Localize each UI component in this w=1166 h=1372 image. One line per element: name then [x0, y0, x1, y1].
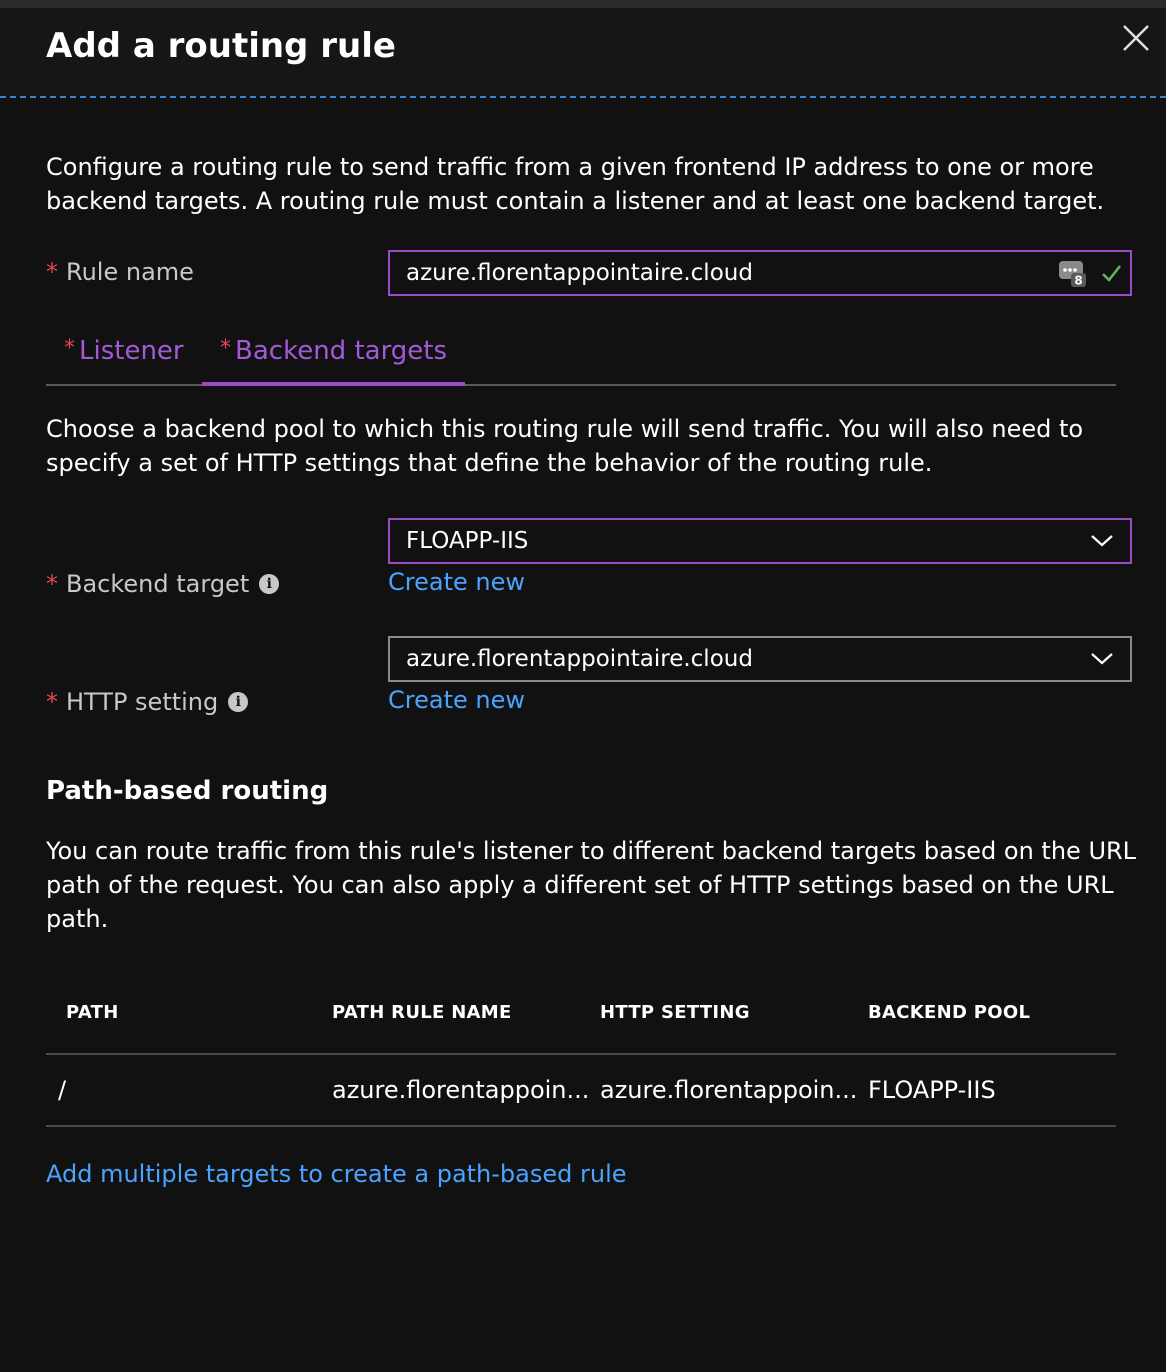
tab-listener[interactable]: * Listener: [64, 336, 184, 382]
top-strip: [0, 0, 1166, 8]
cell-path-rule-name: azure.florentappoin...: [332, 1076, 590, 1104]
column-header-path: PATH: [66, 1002, 119, 1023]
required-marker: *: [64, 336, 75, 361]
rule-tabs: * Listener * Backend targets: [46, 330, 1116, 386]
intro-line: Configure a routing rule to send traffic…: [46, 153, 1094, 181]
create-new-http-setting-link[interactable]: Create new: [388, 686, 525, 714]
tab-label: Listener: [79, 336, 184, 366]
description-line: path.: [46, 905, 109, 933]
backend-target-label-text: Backend target: [66, 570, 250, 598]
page-title: Add a routing rule: [46, 26, 396, 66]
table-row-divider: [46, 1125, 1116, 1127]
required-marker: *: [46, 258, 58, 286]
required-marker: *: [46, 570, 58, 598]
backend-target-select[interactable]: FLOAPP-IIS: [388, 518, 1132, 564]
column-header-path-rule-name: PATH RULE NAME: [332, 1002, 512, 1023]
http-setting-select[interactable]: azure.florentappointaire.cloud: [388, 636, 1132, 682]
info-icon[interactable]: i: [259, 574, 280, 594]
description-line: path of the request. You can also apply …: [46, 871, 1114, 899]
create-new-backend-link[interactable]: Create new: [388, 568, 525, 596]
path-routing-description: You can route traffic from this rule's l…: [46, 834, 1136, 936]
close-icon[interactable]: [1118, 20, 1154, 56]
blade-header: Add a routing rule: [0, 8, 1166, 96]
rule-name-value: azure.florentappointaire.cloud: [406, 260, 753, 286]
http-setting-label-text: HTTP setting: [66, 688, 219, 716]
valid-check-icon: [1102, 265, 1121, 282]
description-line: specify a set of HTTP settings that defi…: [46, 449, 933, 477]
badge-count: 8: [1074, 274, 1082, 288]
http-setting-label: * HTTP setting i: [46, 688, 249, 716]
table-header-divider: [46, 1053, 1116, 1055]
tab-label: Backend targets: [235, 336, 448, 366]
description-line: Choose a backend pool to which this rout…: [46, 415, 1084, 443]
rule-name-label-text: Rule name: [66, 258, 194, 286]
rule-name-input[interactable]: azure.florentappointaire.cloud 8: [388, 250, 1132, 296]
chevron-down-icon: [1091, 653, 1113, 665]
add-multiple-targets-link[interactable]: Add multiple targets to create a path-ba…: [46, 1160, 627, 1188]
required-marker: *: [46, 688, 58, 716]
cell-backend-pool: FLOAPP-IIS: [868, 1076, 996, 1104]
header-divider: [0, 96, 1166, 98]
backend-target-label: * Backend target i: [46, 570, 280, 598]
backend-description: Choose a backend pool to which this rout…: [46, 412, 1083, 480]
path-routing-heading: Path-based routing: [46, 776, 329, 806]
required-marker: *: [220, 336, 231, 361]
info-icon[interactable]: i: [228, 692, 249, 712]
intro-line: backend targets. A routing rule must con…: [46, 187, 1105, 215]
column-header-backend-pool: BACKEND POOL: [868, 1002, 1031, 1023]
cell-http-setting: azure.florentappoin...: [600, 1076, 858, 1104]
chevron-down-icon: [1091, 535, 1113, 547]
column-header-http-setting: HTTP SETTING: [600, 1002, 750, 1023]
backend-target-value: FLOAPP-IIS: [406, 528, 529, 554]
password-manager-icon[interactable]: 8: [1058, 258, 1088, 288]
intro-text: Configure a routing rule to send traffic…: [46, 150, 1104, 218]
tab-backend-targets[interactable]: * Backend targets: [202, 336, 466, 386]
description-line: You can route traffic from this rule's l…: [46, 837, 1137, 865]
http-setting-value: azure.florentappointaire.cloud: [406, 646, 753, 672]
rule-name-label: * Rule name: [46, 258, 194, 286]
cell-path: /: [58, 1076, 67, 1104]
